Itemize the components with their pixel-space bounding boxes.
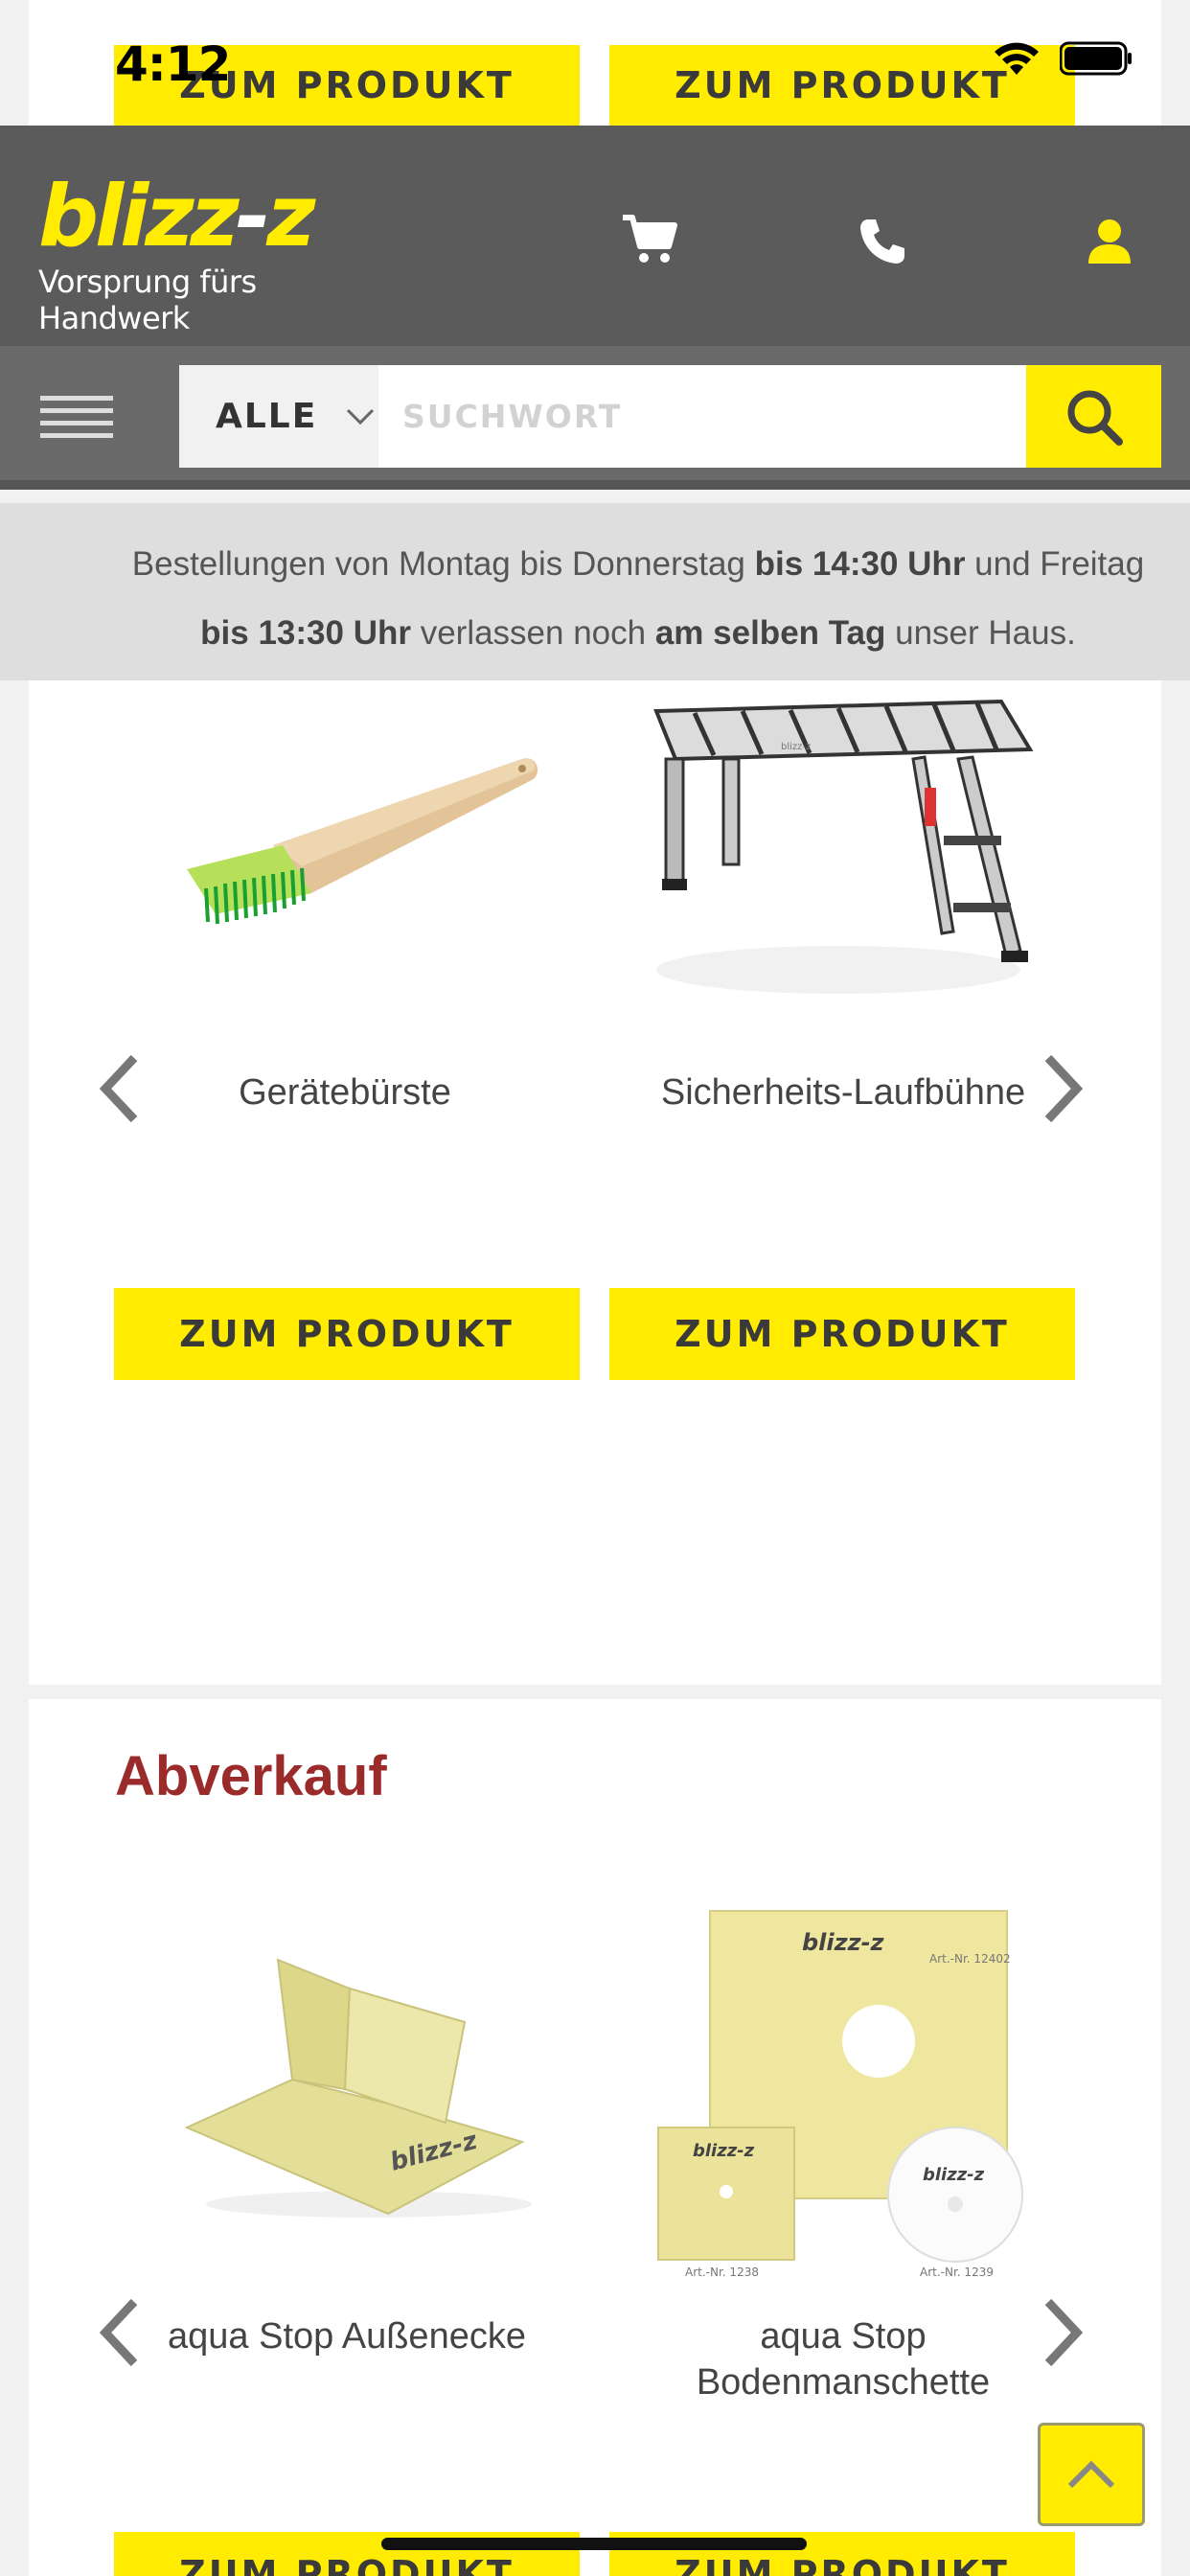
carousel-prev-button[interactable] [96,2296,142,2374]
logo-z: z [266,167,315,265]
carousel-prev-button[interactable] [96,1052,142,1130]
product-image-sicherheits-laufbuehne[interactable]: blizz-z [637,692,1040,1008]
account-button[interactable] [1087,218,1133,270]
carousel-next-button[interactable] [1041,2296,1087,2374]
logo-tagline: Vorsprung fürs Handwerk [38,264,257,336]
chevron-up-icon [1067,2460,1115,2489]
product-image-geraetebuerste[interactable] [158,692,541,1037]
search-input[interactable] [378,365,1026,468]
phone-icon [860,219,904,264]
zum-produkt-button[interactable]: ZUM PRODUKT [114,1288,580,1380]
status-icons [993,40,1133,77]
chevron-right-icon [1044,2298,1084,2367]
product-image-aqua-stop-bodenmanschette[interactable]: blizz-z Art.-Nr. 12402 blizz-z Art.-Nr. … [637,1898,1040,2281]
category-select[interactable]: ALLE [179,365,378,468]
image-art-number: Art.-Nr. 12402 [929,1952,1011,1966]
product-name[interactable]: Sicherheits-Laufbühne [632,1070,1054,1116]
site-header: blizz-z Vorsprung fürs Handwerk [0,126,1190,346]
search-button[interactable] [1026,365,1161,468]
battery-icon [1060,41,1132,76]
chevron-down-icon [347,408,375,425]
zum-produkt-button[interactable]: ZUM PRODUKT [609,1288,1075,1380]
status-time: 4:12 [115,36,231,92]
notice-text: unser Haus. [885,614,1076,652]
product-image-aqua-stop-aussenecke[interactable]: blizz-z [158,1898,541,2252]
chevron-left-icon [99,2298,138,2367]
cart-icon [623,215,677,263]
svg-text:blizz-z: blizz-z [781,742,811,752]
image-brand-text: blizz-z [923,2165,985,2185]
logo-main: blizz [38,167,240,265]
notice-text: verlassen noch [410,614,655,652]
wifi-icon [995,42,1039,75]
search-bar: ALLE [0,346,1190,490]
image-art-number: Art.-Nr. 1238 [685,2266,759,2279]
notice-text: und Freitag [965,545,1145,583]
product-name[interactable]: aqua Stop Bodenmanschette [652,2313,1035,2405]
section-title: Abverkauf [115,1745,387,1807]
scroll-to-top-button[interactable] [1038,2423,1145,2526]
notice-bold-time: bis 13:30 Uhr [200,614,411,652]
cart-button[interactable] [621,214,678,270]
blizz-z-logo[interactable]: blizz-z Vorsprung fürs Handwerk [38,173,374,337]
delivery-notice: Bestellungen von Montag bis Donnerstag b… [0,503,1190,680]
category-select-value: ALLE [216,397,318,436]
phone-button[interactable] [858,218,906,270]
product-name[interactable]: Gerätebürste [144,1070,546,1116]
user-icon [1088,219,1131,264]
hamburger-menu-icon [40,396,113,438]
image-brand-text: blizz-z [693,2141,755,2161]
image-art-number: Art.-Nr. 1239 [920,2266,994,2279]
notice-bold-day: am selben Tag [654,614,886,652]
chevron-left-icon [99,1054,138,1123]
image-brand-text: blizz-z [802,1929,885,1956]
home-indicator[interactable] [381,2538,807,2550]
menu-button[interactable] [40,392,113,450]
notice-text: Bestellungen von Montag bis Donnerstag [131,545,755,583]
product-name[interactable]: aqua Stop Außenecke [144,2313,550,2359]
notice-bold-time: bis 14:30 Uhr [754,545,966,583]
search-icon [1067,390,1123,446]
